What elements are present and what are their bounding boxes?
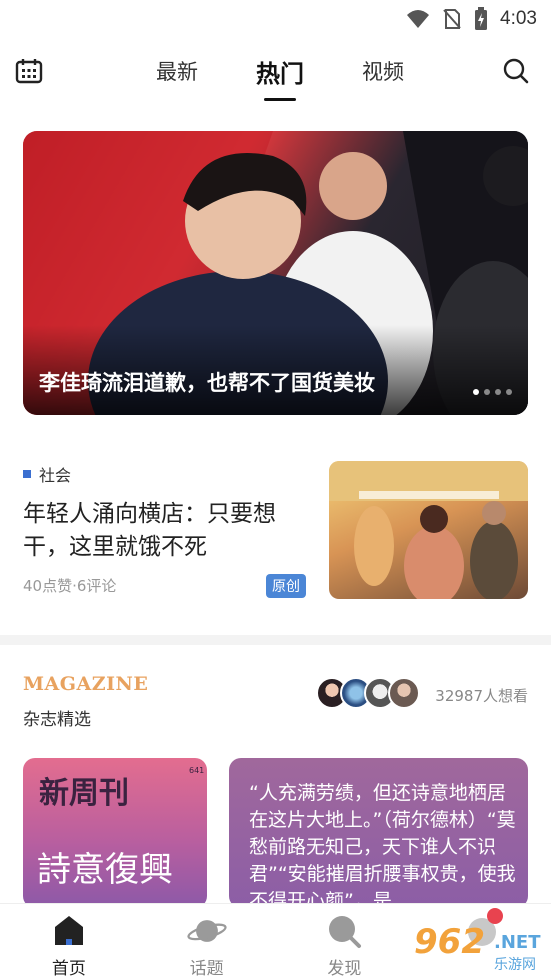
carousel-dot[interactable] [495, 389, 501, 395]
watermark-sub: 乐游网 [494, 957, 536, 973]
nav-topics[interactable]: 话题 [138, 904, 276, 979]
nav-discover-label: 发现 [327, 959, 362, 979]
hero-title[interactable]: 李佳琦流泪道歉，也帮不了国货美妆 [39, 367, 375, 397]
battery-charging-icon [475, 7, 488, 30]
original-badge: 原创 [266, 574, 306, 598]
thumbnail-image [329, 461, 528, 599]
status-time: 4:03 [500, 8, 537, 29]
magazine-masthead: 新周刊 [39, 776, 129, 811]
tab-hot[interactable]: 热门 [250, 54, 310, 101]
watermark-number: 962 [414, 922, 485, 962]
article-meta: 40点赞·6评论 [23, 577, 117, 595]
carousel-dot[interactable] [506, 389, 512, 395]
search-icon [503, 58, 529, 84]
nav-discover[interactable]: 发现 [276, 904, 414, 979]
magazine-quote-card[interactable]: “人充满劳绩，但还诗意地栖居在这片大地上。”（荷尔德林）“莫愁前路无知己，天下谁… [229, 758, 528, 908]
planet-icon [186, 912, 227, 950]
avatar [388, 677, 420, 709]
nav-topics-label: 话题 [189, 959, 224, 979]
category-label: 社会 [39, 466, 72, 485]
discover-icon [324, 912, 364, 950]
wifi-icon [407, 10, 430, 28]
no-sim-icon [443, 9, 461, 29]
article-title[interactable]: 年轻人涌向横店：只要想干，这里就饿不死 [23, 498, 308, 564]
carousel-dots [473, 389, 512, 395]
magazine-cover-headline: 詩意復興 [37, 850, 173, 890]
magazine-cover-card[interactable]: 新周刊 641 詩意復興 [23, 758, 207, 908]
reader-avatars[interactable] [316, 677, 420, 709]
tab-latest[interactable]: 最新 [150, 56, 204, 86]
status-bar: 4:03 [0, 0, 551, 38]
site-watermark: 962 .NET 乐游网 [414, 922, 549, 974]
calendar-button[interactable] [14, 56, 44, 86]
feed-tabs: 最新 热门 视频 [150, 40, 410, 102]
want-to-read-count: 32987人想看 [435, 687, 528, 705]
carousel-dot[interactable] [484, 389, 490, 395]
watermark-net: .NET [494, 932, 541, 953]
article-thumbnail[interactable] [329, 461, 528, 599]
tag-marker-icon [23, 470, 31, 478]
article-item[interactable]: 社会 年轻人涌向横店：只要想干，这里就饿不死 40点赞·6评论 原创 [23, 458, 528, 603]
home-icon [49, 912, 89, 950]
category-tag[interactable]: 社会 [23, 462, 71, 486]
magazine-quote: “人充满劳绩，但还诗意地栖居在这片大地上。”（荷尔德林）“莫愁前路无知己，天下谁… [249, 782, 516, 908]
nav-home-label: 首页 [51, 959, 86, 979]
search-button[interactable] [501, 56, 531, 86]
calendar-icon [15, 59, 43, 84]
section-divider [0, 635, 551, 645]
magazine-subtitle: 杂志精选 [23, 710, 91, 730]
carousel-dot[interactable] [473, 389, 479, 395]
tab-video[interactable]: 视频 [356, 56, 410, 86]
magazine-section-header: MAGAZINE 杂志精选 32987人想看 [23, 673, 528, 733]
magazine-issue-number: 641 [189, 766, 205, 775]
hero-carousel[interactable]: 李佳琦流泪道歉，也帮不了国货美妆 [23, 131, 528, 415]
top-nav: 最新 热门 视频 [0, 40, 551, 102]
nav-home[interactable]: 首页 [0, 904, 138, 979]
